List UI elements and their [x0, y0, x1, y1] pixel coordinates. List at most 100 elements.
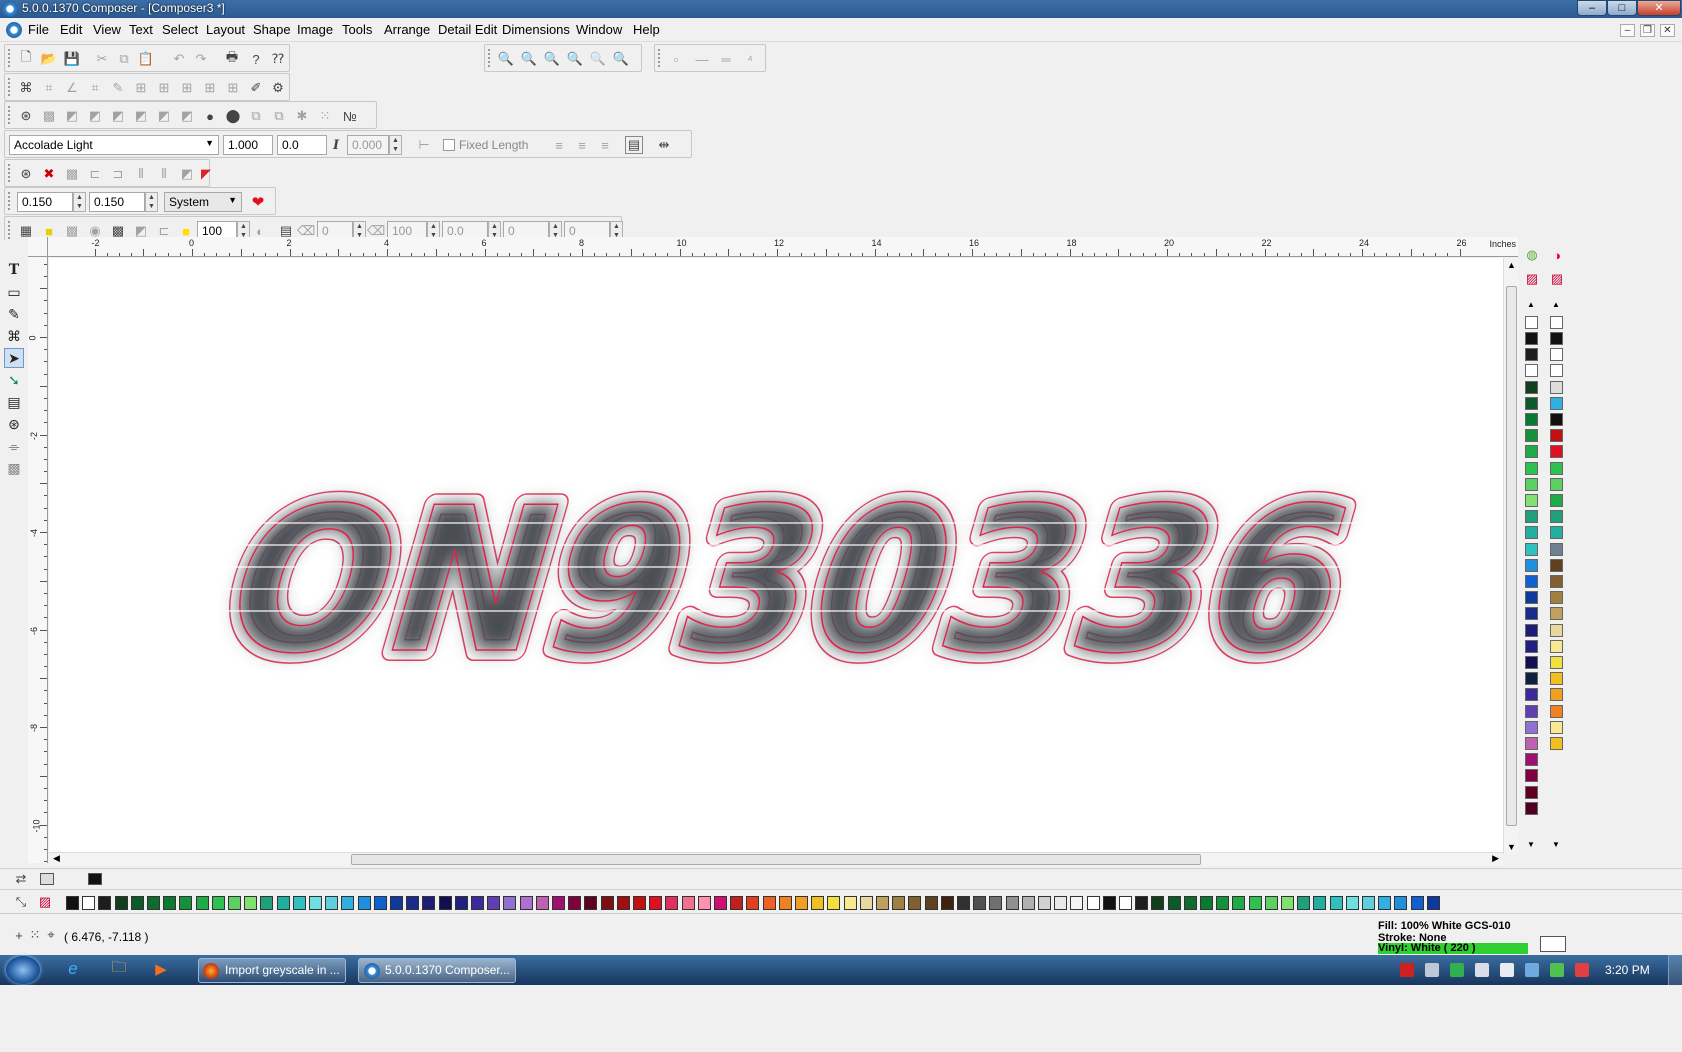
palette-swatch[interactable] [1550, 510, 1563, 524]
palette-swatch[interactable] [373, 896, 387, 910]
palette-swatch[interactable] [1525, 380, 1538, 394]
palette-swatch[interactable] [1005, 896, 1019, 910]
menu-help[interactable]: Help [633, 22, 660, 37]
palette-scroll-up-icon[interactable]: ▲ [1552, 300, 1560, 309]
eyedropper-tool-icon[interactable]: ⌯ [4, 436, 24, 456]
menu-image[interactable]: Image [297, 22, 333, 37]
menu-arrange[interactable]: Arrange [384, 22, 430, 37]
palette-swatch[interactable] [1525, 623, 1538, 637]
scroll-up-icon[interactable]: ▲ [1507, 260, 1516, 270]
grid-icon-5[interactable]: ⊞ [224, 79, 242, 97]
star-icon[interactable]: ✱ [293, 107, 311, 125]
palette-swatch[interactable] [1151, 896, 1165, 910]
ie-icon[interactable]: e [64, 959, 82, 978]
double-line-icon[interactable]: ═ [717, 50, 735, 68]
palette-swatch[interactable] [503, 896, 517, 910]
distribute2-icon[interactable]: ⫴ [155, 165, 173, 183]
palette-swatch[interactable] [1550, 607, 1563, 621]
grid-icon-2[interactable]: ⊞ [155, 79, 173, 97]
palette-swatch[interactable] [471, 896, 484, 910]
palette-swatch[interactable] [195, 896, 209, 910]
palette-swatch[interactable] [1525, 445, 1538, 459]
palette-swatch[interactable] [989, 896, 1003, 910]
palette-swatch[interactable] [1525, 704, 1538, 718]
shadow-icon[interactable]: ◩ [63, 107, 81, 125]
palette-swatch[interactable] [1550, 364, 1563, 378]
palette-swatch[interactable] [179, 896, 193, 910]
filled-circle-icon[interactable]: ⬤ [224, 107, 242, 125]
pencil-tool-icon[interactable]: ✎ [4, 304, 24, 324]
taskbar-composer[interactable]: 5.0.0.1370 Composer... [358, 958, 516, 983]
menu-tools[interactable]: Tools [342, 22, 372, 37]
print-icon[interactable]: 🖶 [223, 49, 241, 68]
palette-swatch[interactable] [163, 896, 177, 910]
taskbar-firefox[interactable]: Import greyscale in ... [198, 958, 346, 983]
circle-icon[interactable]: ● [201, 107, 219, 125]
explorer-icon[interactable]: 🗀 [110, 959, 128, 978]
palette-swatch[interactable] [454, 896, 468, 910]
clock[interactable]: 3:20 PM [1605, 963, 1650, 977]
palette-swatch[interactable] [114, 896, 128, 910]
palette-swatch[interactable] [1550, 380, 1563, 394]
palette-swatch[interactable] [1525, 364, 1538, 378]
zoom-all-icon[interactable]: 🔍 [520, 50, 538, 68]
no-color-swatch[interactable] [1550, 316, 1563, 329]
palette-swatch[interactable] [1525, 526, 1538, 540]
palette-swatch[interactable] [649, 896, 663, 910]
palette-swatch[interactable] [1550, 461, 1563, 475]
palette-swatch[interactable] [1525, 396, 1538, 410]
palette-swatch[interactable] [1525, 542, 1538, 556]
italic-icon[interactable]: I [327, 136, 345, 154]
units-select[interactable]: System ▼ [164, 192, 242, 212]
palette-swatch[interactable] [1410, 896, 1424, 910]
menu-shape[interactable]: Shape [253, 22, 291, 37]
no-color-swatch[interactable] [1525, 316, 1538, 329]
stroke-swatch[interactable] [88, 873, 102, 885]
palette-swatch[interactable] [1394, 896, 1408, 910]
palette-swatch[interactable] [811, 896, 825, 910]
palette-scroll-down-icon[interactable]: ▼ [1552, 840, 1560, 849]
align-center-icon[interactable]: ≡ [573, 136, 591, 154]
redo-icon[interactable]: ↷ [192, 50, 210, 68]
slant-spinner[interactable]: ▲ ▼ [389, 135, 402, 155]
menu-detail-edit[interactable]: Detail Edit [438, 22, 497, 37]
swap-colors-icon[interactable]: ⇄ [12, 870, 30, 888]
palette-swatch[interactable] [697, 896, 711, 910]
palette-swatch[interactable] [1135, 896, 1149, 910]
tray-flag-icon[interactable] [1550, 963, 1564, 977]
palette-swatch[interactable] [924, 896, 938, 910]
palette-swatch[interactable] [1525, 332, 1538, 345]
tray-volume-icon[interactable] [1475, 963, 1489, 977]
color-wheel-icon[interactable]: ◑ [1548, 246, 1566, 264]
palette-swatch[interactable] [1550, 332, 1563, 345]
palette-swatch[interactable] [665, 896, 679, 910]
tray-monitor-icon[interactable] [1525, 963, 1539, 977]
serial-number-icon[interactable]: № [341, 107, 359, 125]
palette-swatch[interactable] [633, 896, 646, 910]
cut-icon[interactable]: ✂ [93, 50, 111, 68]
palette-swatch[interactable] [1550, 704, 1563, 718]
context-help-icon[interactable]: ⁇ [269, 50, 287, 68]
tray-pdf-icon[interactable] [1400, 963, 1414, 977]
copy-icon[interactable]: ⧉ [115, 50, 133, 68]
zoom-fit-icon[interactable]: 🔍 [612, 50, 630, 68]
palette-swatch[interactable] [1232, 896, 1246, 910]
palette-swatch[interactable] [66, 896, 79, 910]
palette-swatch[interactable] [1550, 558, 1563, 572]
rectangle-tool-icon[interactable]: ▭ [4, 282, 24, 302]
mdi-close-button[interactable]: ✕ [1660, 24, 1675, 37]
palette-swatch[interactable] [1362, 896, 1375, 910]
texture-icon[interactable]: ▩ [40, 107, 58, 125]
zoom-previous-icon[interactable]: 🔍 [566, 50, 584, 68]
palette-swatch[interactable] [1525, 656, 1538, 669]
shadow4-icon[interactable]: ◩ [132, 107, 150, 125]
palette-swatch[interactable] [1525, 769, 1538, 783]
palette-swatch[interactable] [325, 896, 339, 910]
palette-swatch[interactable] [244, 896, 258, 910]
palette-swatch[interactable] [1345, 896, 1359, 910]
palette-swatch[interactable] [82, 896, 96, 910]
text-tool-icon[interactable]: T [4, 260, 24, 280]
fixed-length-icon[interactable]: ⊢ [415, 136, 433, 154]
weld-icon[interactable]: ⌘ [17, 79, 35, 97]
palette-swatch[interactable] [1525, 672, 1538, 686]
